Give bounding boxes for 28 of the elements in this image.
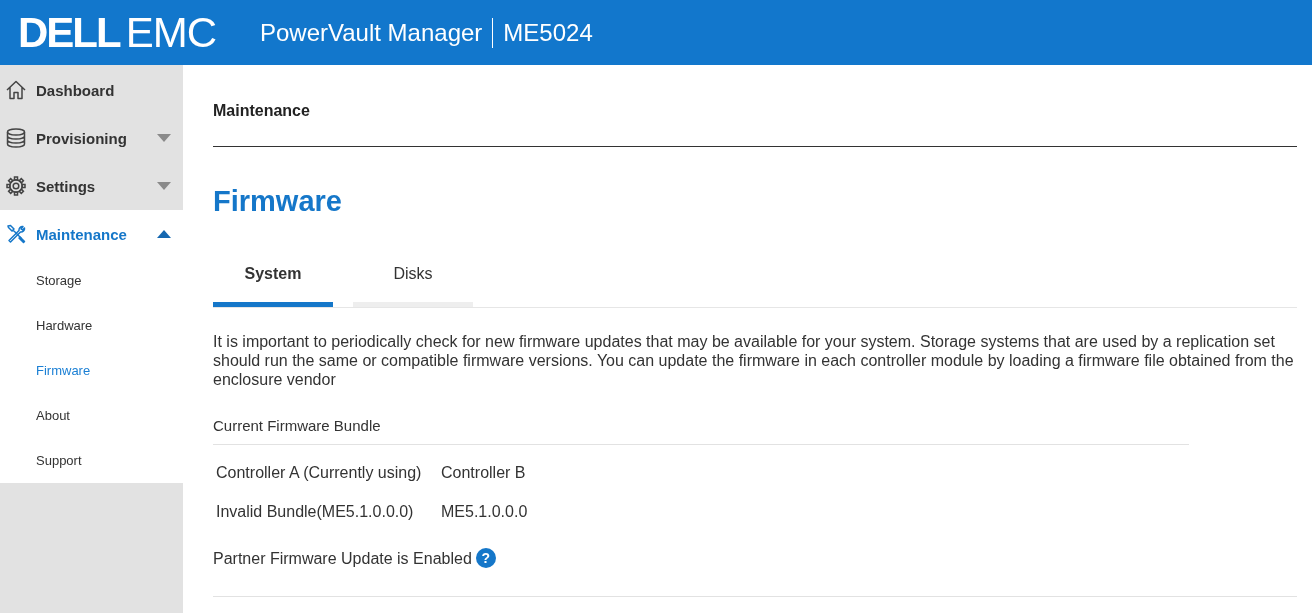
help-icon[interactable]: ? [475, 548, 496, 568]
partner-update-status: Partner Firmware Update is Enabled [213, 548, 472, 568]
tab[interactable]: System [213, 257, 333, 307]
breadcrumb: Maintenance [213, 102, 310, 119]
table-cell-text: ME5.1.0.0.0 [441, 502, 529, 522]
nav-item[interactable]: Provisioning [0, 114, 183, 162]
model-name: ME5024 [503, 17, 593, 48]
subnav-item[interactable]: Firmware [0, 348, 183, 393]
nav-item[interactable]: Dashboard [0, 66, 183, 114]
tools-icon [6, 224, 26, 244]
subnav-item[interactable]: About [0, 393, 183, 438]
database-icon [6, 128, 26, 148]
subnav-item[interactable]: Support [0, 438, 183, 483]
settings-icon [6, 176, 26, 196]
nav-item[interactable]: Maintenance [0, 210, 183, 258]
logo-wordmark: DELLEMC [18, 11, 216, 54]
description-text: It is important to periodically check for new firmware updates that may be available for your system. Storage systems that are used by a replication set should run the same or compatible firmware versions. You can update the firmware in each controller module by loading a firmware file obtained from the enclosure vendor [213, 332, 1295, 389]
subnav-item[interactable]: Hardware [0, 303, 183, 348]
subnav-item[interactable]: Storage [0, 258, 183, 303]
app-title: PowerVault Manager [260, 17, 483, 48]
home-icon [6, 80, 26, 100]
section-title: Current Firmware Bundle [213, 417, 381, 434]
column-header: Controller A (Currently using) [216, 463, 423, 483]
tab[interactable]: Disks [353, 257, 473, 307]
column-header: Controller B [441, 463, 527, 483]
table-cell-text: Invalid Bundle(ME5.1.0.0.0) [216, 502, 415, 522]
nav-item[interactable]: Settings [0, 162, 183, 210]
page-title: Firmware [213, 184, 343, 218]
